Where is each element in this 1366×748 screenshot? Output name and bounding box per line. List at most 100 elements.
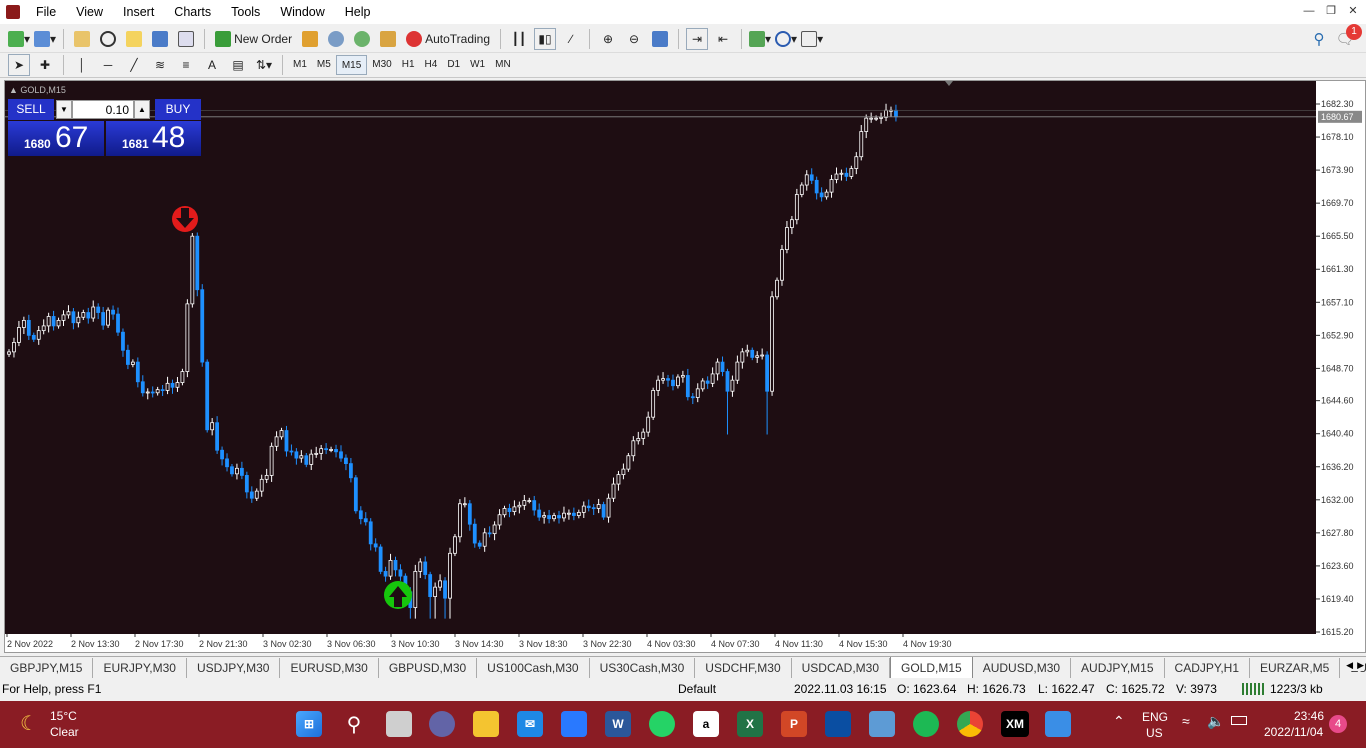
timeframe-h1[interactable]: H1 [397, 55, 420, 75]
timeframe-w1[interactable]: W1 [465, 55, 490, 75]
spotify-icon[interactable] [913, 711, 939, 737]
close-icon[interactable]: ✕ [1346, 4, 1360, 18]
notifications-button[interactable]: 🗨 1 [1334, 23, 1362, 50]
crosshair-button[interactable]: ✚ [34, 54, 56, 76]
timeframe-m30[interactable]: M30 [367, 55, 396, 75]
weather-temp[interactable]: 15°C [50, 709, 77, 723]
price-chart[interactable]: ▲ GOLD,M15 1682.30 1678.10 1673.90 1669.70 16… [5, 81, 1365, 652]
vertical-line-button[interactable]: │ [71, 54, 93, 76]
chart-tab[interactable]: USDJPY,M30 [187, 658, 281, 678]
zoom-out-button[interactable]: ⊖ [623, 28, 645, 50]
templates-button[interactable]: ▾ [801, 28, 823, 50]
lot-size-input[interactable] [72, 100, 134, 119]
chart-tab[interactable]: AUDUSD,M30 [973, 658, 1072, 678]
restore-icon[interactable]: ❐ [1324, 4, 1338, 18]
metaeditor-button[interactable] [299, 28, 321, 50]
menu-file[interactable]: File [26, 0, 66, 24]
new-chart-button[interactable]: ▾ [8, 28, 30, 50]
chart-tab[interactable]: EURZAR,M5 [1250, 658, 1341, 678]
channel-button[interactable]: ≋ [149, 54, 171, 76]
language-line2[interactable]: US [1146, 726, 1163, 740]
minimize-icon[interactable]: — [1302, 4, 1316, 18]
sell-price-box[interactable]: 1680 67 [8, 121, 104, 156]
notification-center-badge[interactable]: 4 [1329, 715, 1347, 733]
tab-scroll-right-icon[interactable]: ▶ [1357, 660, 1364, 671]
menu-help[interactable]: Help [335, 0, 381, 24]
buy-button[interactable]: BUY [155, 99, 201, 120]
navigator-button[interactable] [123, 28, 145, 50]
chart-tab[interactable]: GBPUSD,M30 [379, 658, 478, 678]
timeframe-m15[interactable]: M15 [335, 55, 368, 75]
chart-shift-button[interactable]: ⇤ [712, 28, 734, 50]
chart-tab[interactable]: US100Cash,M30 [477, 658, 590, 678]
line-chart-button[interactable]: ∕ [560, 28, 582, 50]
cursor-button[interactable]: ➤ [8, 54, 30, 76]
menu-charts[interactable]: Charts [164, 0, 221, 24]
signals-button[interactable] [325, 28, 347, 50]
tab-scroll-left-icon[interactable]: ◀ [1346, 660, 1353, 671]
market-button[interactable] [351, 28, 373, 50]
timeframe-m1[interactable]: M1 [288, 55, 312, 75]
new-order-button[interactable]: New Order [212, 28, 295, 50]
menu-insert[interactable]: Insert [113, 0, 164, 24]
store-icon[interactable] [561, 711, 587, 737]
sell-button[interactable]: SELL [8, 99, 54, 120]
candlestick-button[interactable]: ▮▯ [534, 27, 557, 50]
mail-icon[interactable]: ✉ [517, 711, 543, 737]
chart-tab[interactable]: USDCHF,M30 [695, 658, 792, 678]
autotrading-button[interactable]: AutoTrading [403, 28, 493, 50]
chart-tab-active[interactable]: GOLD,M15 [890, 657, 973, 678]
timeframe-m5[interactable]: M5 [312, 55, 336, 75]
wifi-icon[interactable]: ≈ [1182, 713, 1190, 729]
chart-tab[interactable]: GBPJPY,M15 [0, 658, 94, 678]
chart-tab[interactable]: CADJPY,H1 [1165, 658, 1251, 678]
timeframe-h4[interactable]: H4 [420, 55, 443, 75]
word-icon[interactable]: W [605, 711, 631, 737]
maps-app-icon[interactable] [825, 711, 851, 737]
xm-app-icon[interactable]: XM [1001, 711, 1029, 737]
metatrader-icon[interactable] [869, 711, 895, 737]
task-view-icon[interactable] [386, 711, 412, 737]
clock-date[interactable]: 2022/11/04 [1264, 725, 1323, 739]
weather-desc[interactable]: Clear [50, 725, 79, 739]
lot-decrease-button[interactable]: ▼ [56, 100, 72, 119]
buy-price-box[interactable]: 1681 48 [106, 121, 201, 156]
chrome-icon[interactable] [957, 711, 983, 737]
zoom-in-button[interactable]: ⊕ [597, 28, 619, 50]
excel-icon[interactable]: X [737, 711, 763, 737]
connection-status[interactable]: 1223/3 kb [1242, 682, 1323, 696]
timeframe-mn[interactable]: MN [490, 55, 516, 75]
text-label-button[interactable]: ▤ [227, 54, 249, 76]
search-button[interactable]: ⚲ [1308, 28, 1330, 50]
market-watch-button[interactable] [71, 28, 93, 50]
trendline-button[interactable]: ╱ [123, 54, 145, 76]
tile-windows-button[interactable] [649, 28, 671, 50]
chart-tab[interactable]: US30Cash,M30 [590, 658, 696, 678]
menu-view[interactable]: View [66, 0, 113, 24]
arrows-button[interactable]: ⇅▾ [253, 54, 275, 76]
text-button[interactable]: A [201, 54, 223, 76]
lot-increase-button[interactable]: ▲ [134, 100, 150, 119]
chart-tab[interactable]: AUDJPY,M15 [1071, 658, 1165, 678]
data-window-button[interactable] [97, 28, 119, 50]
chart-tab[interactable]: EURUSD,M30 [280, 658, 379, 678]
strategy-tester-button[interactable] [175, 28, 197, 50]
volume-icon[interactable]: 🔈 [1207, 713, 1224, 730]
timeframe-d1[interactable]: D1 [442, 55, 465, 75]
chart-tab[interactable]: USDCAD,M30 [792, 658, 890, 678]
vps-button[interactable] [377, 28, 399, 50]
chart-window[interactable]: ▲ GOLD,M15 1682.30 1678.10 1673.90 1669.70 16… [4, 80, 1366, 653]
search-taskbar-icon[interactable]: ⚲ [341, 711, 367, 737]
whatsapp-icon[interactable] [649, 711, 675, 737]
horizontal-line-button[interactable]: ─ [97, 54, 119, 76]
terminal-button[interactable] [149, 28, 171, 50]
powerpoint-icon[interactable]: P [781, 711, 807, 737]
menu-window[interactable]: Window [270, 0, 334, 24]
clock-time[interactable]: 23:46 [1294, 709, 1324, 723]
file-explorer-icon[interactable] [473, 711, 499, 737]
start-icon[interactable]: ⊞ [296, 711, 322, 737]
periods-button[interactable]: ▾ [775, 28, 797, 50]
battery-icon[interactable] [1231, 716, 1247, 725]
teams-icon[interactable] [429, 711, 455, 737]
show-hidden-icons[interactable]: ⌃ [1113, 713, 1125, 730]
